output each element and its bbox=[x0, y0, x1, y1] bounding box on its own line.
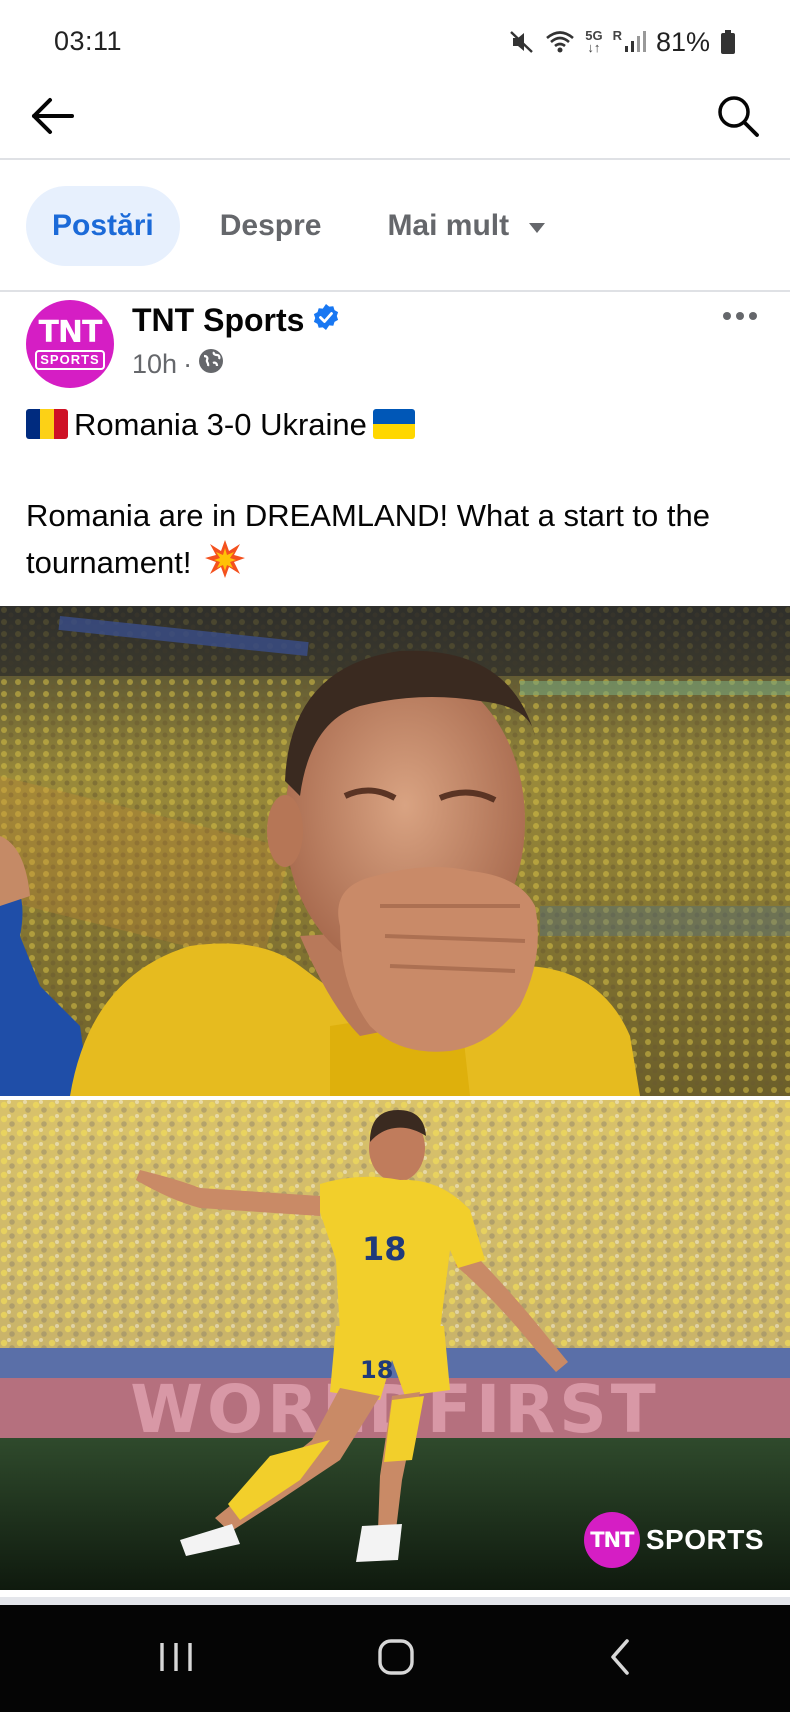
more-dots-icon bbox=[722, 308, 758, 326]
romania-flag-icon bbox=[26, 409, 68, 439]
back-button[interactable] bbox=[22, 88, 82, 148]
ukraine-flag-icon bbox=[372, 409, 415, 439]
search-button[interactable] bbox=[708, 88, 768, 148]
home-button[interactable] bbox=[366, 1631, 426, 1687]
status-time: 03:11 bbox=[54, 26, 123, 56]
post-image-1[interactable] bbox=[0, 606, 790, 1096]
page-avatar[interactable]: TNT SPORTS bbox=[26, 300, 114, 388]
roaming-label: R bbox=[612, 28, 622, 43]
network-5g-label: 5G bbox=[585, 28, 603, 43]
post-text: Romania 3-0 Ukraine Romania are in DREAM… bbox=[26, 402, 766, 592]
battery-percent: 81% bbox=[655, 26, 710, 57]
post-body: Romania are in DREAMLAND! What a start t… bbox=[26, 498, 710, 580]
status-bar: 03:11 5G ↓↑ R 81% bbox=[0, 0, 790, 82]
post-divider bbox=[0, 1597, 790, 1605]
tnt-sports-watermark: TNT SPORTS bbox=[583, 1512, 764, 1568]
post-card: TNT SPORTS TNT Sports 10h · Romania 3-0 … bbox=[0, 294, 790, 1604]
battery-icon bbox=[720, 29, 736, 55]
wifi-icon bbox=[545, 29, 575, 55]
top-app-bar bbox=[0, 82, 790, 160]
shorts-number: 18 bbox=[360, 1356, 393, 1384]
system-nav-bar bbox=[0, 1605, 790, 1712]
post-headline: Romania 3-0 Ukraine bbox=[74, 407, 367, 442]
post-options-button[interactable] bbox=[716, 302, 764, 332]
mute-icon bbox=[509, 29, 535, 55]
meta-separator: · bbox=[183, 349, 193, 379]
photo-player-emotional bbox=[0, 606, 790, 1096]
collision-icon bbox=[204, 539, 246, 592]
post-time[interactable]: 10h bbox=[132, 349, 177, 380]
watermark-text: SPORTS bbox=[645, 1524, 764, 1555]
tab-mai-mult[interactable]: Mai mult bbox=[361, 186, 557, 266]
avatar-line1: TNT bbox=[38, 314, 102, 350]
home-icon bbox=[376, 1637, 416, 1682]
globe-icon bbox=[198, 348, 224, 381]
tab-postari[interactable]: Postări bbox=[26, 186, 180, 266]
page-name-link[interactable]: TNT Sports bbox=[132, 302, 340, 339]
recent-apps-icon bbox=[156, 1639, 196, 1680]
back-arrow-icon bbox=[28, 96, 76, 141]
watermark-logo: TNT bbox=[583, 1512, 640, 1568]
post-meta: 10h · bbox=[132, 348, 224, 381]
search-icon bbox=[715, 93, 761, 144]
post-headline-row: Romania 3-0 Ukraine bbox=[26, 402, 766, 448]
page-name: TNT Sports bbox=[132, 302, 305, 338]
chevron-left-icon bbox=[605, 1637, 635, 1682]
avatar-line2: SPORTS bbox=[35, 349, 105, 370]
caret-down-icon bbox=[527, 209, 547, 243]
tab-label: Mai mult bbox=[387, 209, 510, 242]
tab-label: Despre bbox=[219, 209, 322, 242]
system-back-button[interactable] bbox=[590, 1631, 650, 1687]
recent-apps-button[interactable] bbox=[146, 1631, 206, 1687]
signal-icon: R bbox=[612, 28, 646, 54]
tab-label: Postări bbox=[52, 209, 154, 242]
status-icons: 5G ↓↑ R 81% bbox=[509, 26, 736, 58]
verified-badge-icon bbox=[312, 302, 340, 339]
post-image-2[interactable]: WORLDFIRST 18 18 bbox=[0, 1100, 790, 1590]
page-tabs: Postări Despre Mai mult bbox=[0, 162, 790, 292]
post-body-row: Romania are in DREAMLAND! What a start t… bbox=[26, 493, 766, 592]
network-type: 5G ↓↑ bbox=[585, 28, 603, 55]
jersey-number: 18 bbox=[362, 1230, 407, 1268]
tab-despre[interactable]: Despre bbox=[194, 186, 348, 266]
